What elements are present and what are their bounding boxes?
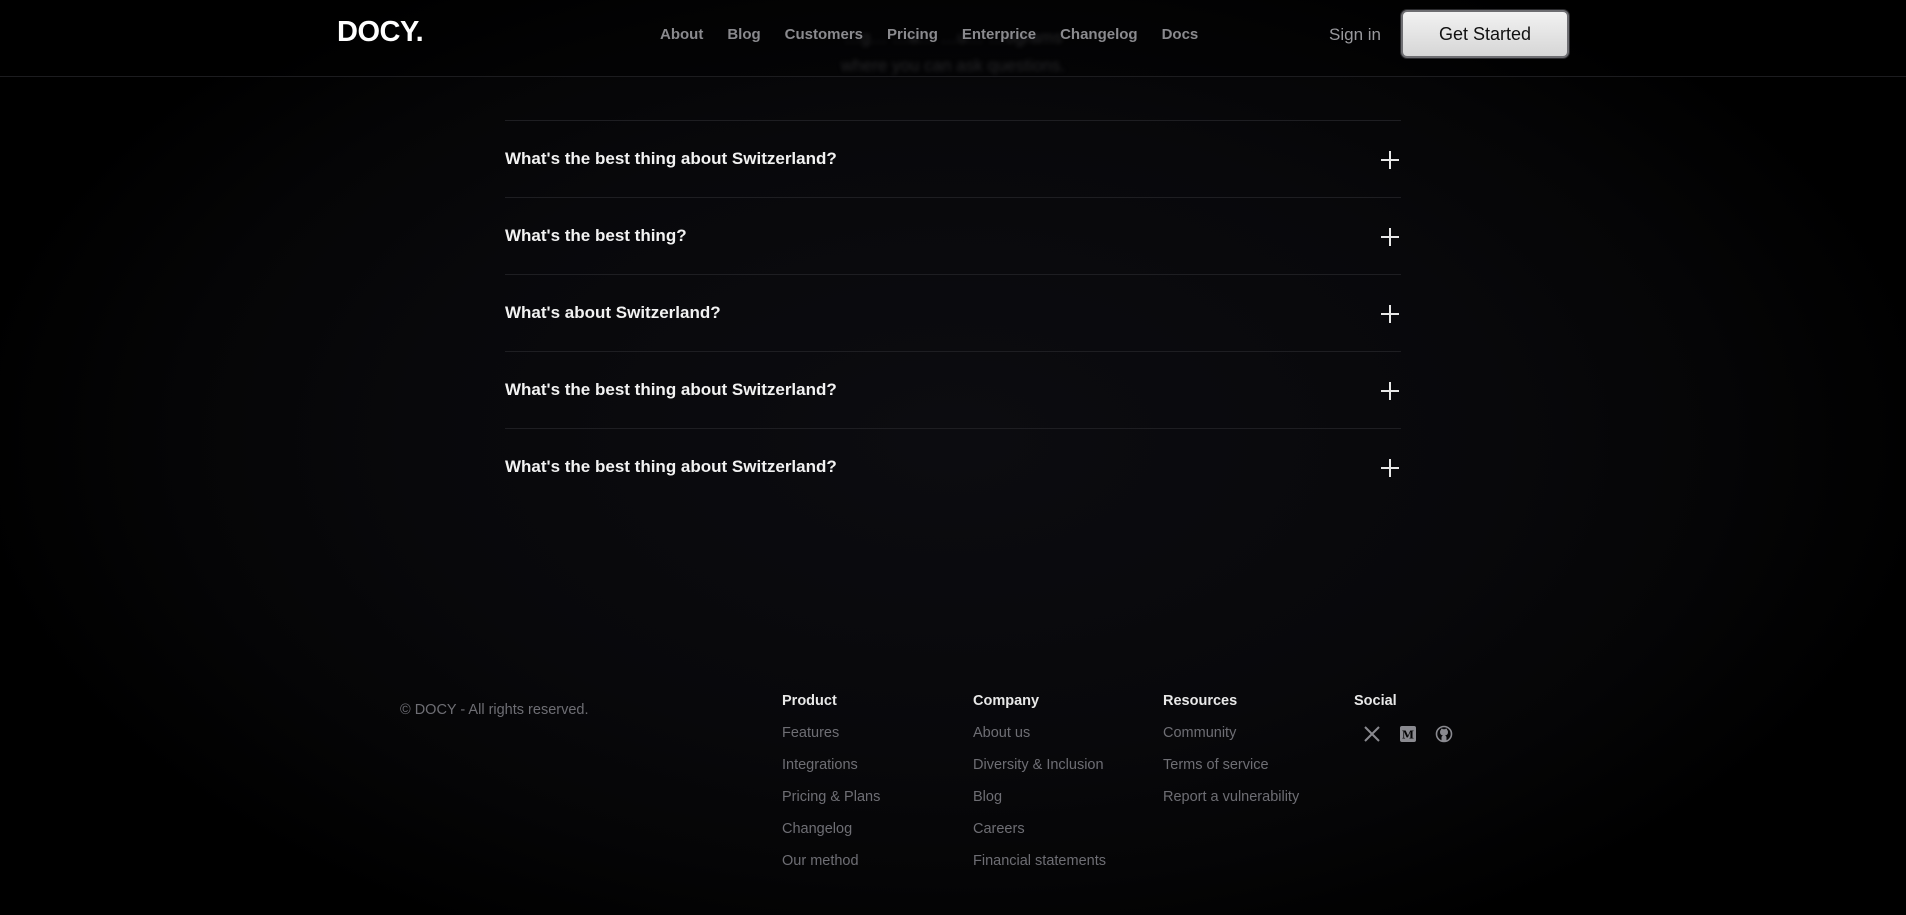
faq-item[interactable]: What's the best thing about Switzerland? — [505, 351, 1401, 428]
faq-item[interactable]: What's the best thing about Switzerland? — [505, 120, 1401, 197]
footer-link-our-method[interactable]: Our method — [782, 853, 880, 869]
faq-item[interactable]: What's the best thing about Switzerland? — [505, 428, 1401, 505]
faq-question[interactable]: What's about Switzerland? — [505, 303, 721, 323]
footer-link-blog[interactable]: Blog — [973, 789, 1106, 805]
nav-docs[interactable]: Docs — [1162, 26, 1199, 44]
plus-icon[interactable] — [1381, 382, 1399, 400]
nav-pricing[interactable]: Pricing — [887, 26, 938, 44]
footer-copyright: © DOCY - All rights reserved. — [400, 702, 589, 718]
footer-heading-product: Product — [782, 693, 837, 709]
main-nav: About Blog Customers Pricing Enterprice … — [660, 26, 1222, 44]
faq-item[interactable]: What's about Switzerland? — [505, 274, 1401, 351]
footer-link-changelog[interactable]: Changelog — [782, 821, 880, 837]
page: …g… …a… …u… …ograms where you can ask qu… — [0, 0, 1906, 915]
nav-enterprise[interactable]: Enterprice — [962, 26, 1036, 44]
footer-column-social: Social M — [1354, 693, 1455, 747]
footer-link-features[interactable]: Features — [782, 725, 880, 741]
footer-link-integrations[interactable]: Integrations — [782, 757, 880, 773]
faq-list: What's the best thing about Switzerland?… — [505, 120, 1401, 505]
plus-icon[interactable] — [1381, 151, 1399, 169]
footer-heading-company: Company — [973, 693, 1040, 709]
footer-link-pricing-plans[interactable]: Pricing & Plans — [782, 789, 880, 805]
social-icons: M — [1361, 725, 1455, 747]
footer-heading-social: Social — [1354, 693, 1397, 709]
footer-link-diversity[interactable]: Diversity & Inclusion — [973, 757, 1106, 773]
footer-link-about-us[interactable]: About us — [973, 725, 1106, 741]
footer-column-product: Product Features Integrations Pricing & … — [782, 693, 880, 885]
footer-heading-resources: Resources — [1163, 693, 1238, 709]
faq-item[interactable]: What's the best thing? — [505, 197, 1401, 274]
footer-link-careers[interactable]: Careers — [973, 821, 1106, 837]
faq-question[interactable]: What's the best thing about Switzerland? — [505, 457, 837, 477]
nav-blog[interactable]: Blog — [727, 26, 760, 44]
site-header: DOCY. About Blog Customers Pricing Enter… — [0, 0, 1906, 77]
faq-question[interactable]: What's the best thing? — [505, 226, 687, 246]
faq-question[interactable]: What's the best thing about Switzerland? — [505, 149, 837, 169]
github-icon[interactable] — [1433, 725, 1455, 747]
x-twitter-icon[interactable] — [1361, 725, 1383, 747]
footer-link-report-vulnerability[interactable]: Report a vulnerability — [1163, 789, 1299, 805]
svg-text:M: M — [1402, 729, 1414, 742]
get-started-button[interactable]: Get Started — [1401, 10, 1569, 58]
footer-column-company: Company About us Diversity & Inclusion B… — [973, 693, 1106, 885]
brand-logo[interactable]: DOCY. — [337, 16, 424, 49]
plus-icon[interactable] — [1381, 228, 1399, 246]
footer-link-terms[interactable]: Terms of service — [1163, 757, 1299, 773]
footer-link-community[interactable]: Community — [1163, 725, 1299, 741]
plus-icon[interactable] — [1381, 305, 1399, 323]
nav-about[interactable]: About — [660, 26, 703, 44]
medium-icon[interactable]: M — [1397, 725, 1419, 747]
faq-question[interactable]: What's the best thing about Switzerland? — [505, 380, 837, 400]
footer-link-financial-statements[interactable]: Financial statements — [973, 853, 1106, 869]
footer-column-resources: Resources Community Terms of service Rep… — [1163, 693, 1299, 821]
nav-changelog[interactable]: Changelog — [1060, 26, 1138, 44]
sign-in-link[interactable]: Sign in — [1329, 24, 1381, 46]
nav-customers[interactable]: Customers — [785, 26, 863, 44]
plus-icon[interactable] — [1381, 459, 1399, 477]
